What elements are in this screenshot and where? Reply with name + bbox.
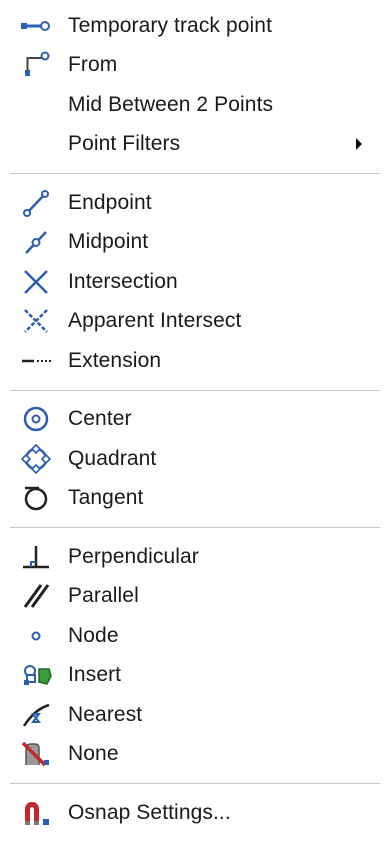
menu-item-label: Mid Between 2 Points: [68, 92, 274, 116]
menu-item-label: Point Filters: [68, 132, 181, 156]
separator: [10, 527, 380, 528]
menu-item-label: Parallel: [68, 584, 139, 608]
menu-item-osnap-settings[interactable]: Osnap Settings...: [0, 793, 390, 833]
separator: [10, 173, 380, 174]
menu-item-label: From: [68, 53, 118, 77]
menu-item-intersection[interactable]: Intersection: [0, 262, 390, 302]
menu-item-nearest[interactable]: Nearest: [0, 695, 390, 735]
perpendicular-icon: [19, 542, 53, 572]
menu-item-none[interactable]: None: [0, 735, 390, 775]
context-menu: Temporary track point From Mid Between 2…: [0, 0, 390, 843]
center-icon: [19, 404, 53, 434]
menu-item-label: Insert: [68, 663, 122, 687]
menu-item-point-filters[interactable]: Point Filters: [0, 125, 390, 165]
quadrant-icon: [19, 443, 53, 474]
menu-item-label: Node: [68, 623, 119, 647]
menu-item-label: Extension: [68, 348, 162, 372]
menu-item-label: None: [68, 742, 119, 766]
node-icon: [19, 621, 53, 651]
menu-item-extension[interactable]: Extension: [0, 341, 390, 381]
nearest-icon: [19, 700, 53, 730]
menu-item-label: Apparent Intersect: [68, 309, 242, 333]
menu-item-label: Quadrant: [68, 446, 157, 470]
menu-item-insert[interactable]: Insert: [0, 656, 390, 696]
extension-icon: [19, 346, 53, 376]
from-icon: [19, 50, 53, 80]
separator: [10, 783, 380, 784]
separator: [10, 389, 380, 391]
endpoint-icon: [19, 188, 53, 218]
menu-item-label: Intersection: [68, 269, 178, 293]
midpoint-icon: [19, 227, 53, 257]
menu-item-parallel[interactable]: Parallel: [0, 577, 390, 617]
apparent-intersect-icon: [19, 306, 53, 336]
menu-item-label: Temporary track point: [68, 13, 273, 37]
parallel-icon: [19, 581, 53, 611]
menu-item-endpoint[interactable]: Endpoint: [0, 183, 390, 223]
menu-item-apparent-intersect[interactable]: Apparent Intersect: [0, 302, 390, 342]
menu-item-label: Osnap Settings...: [68, 800, 231, 824]
osnap-settings-icon: [19, 798, 53, 828]
menu-item-label: Endpoint: [68, 190, 152, 214]
menu-item-temporary-track-point[interactable]: Temporary track point: [0, 6, 390, 46]
menu-item-center[interactable]: Center: [0, 400, 390, 440]
menu-item-perpendicular[interactable]: Perpendicular: [0, 537, 390, 577]
temporary-track-point-icon: [19, 11, 53, 41]
insert-icon: [19, 660, 53, 690]
menu-item-node[interactable]: Node: [0, 616, 390, 656]
menu-item-mid-between-2-points[interactable]: Mid Between 2 Points: [0, 85, 390, 125]
menu-item-label: Center: [68, 407, 132, 431]
menu-item-label: Midpoint: [68, 230, 149, 254]
chevron-right-icon: [356, 138, 362, 151]
menu-item-label: Nearest: [68, 702, 143, 726]
intersection-icon: [19, 267, 53, 297]
menu-item-label: Perpendicular: [68, 544, 199, 568]
menu-item-label: Tangent: [68, 486, 144, 510]
none-icon: [19, 739, 53, 769]
tangent-icon: [19, 483, 53, 513]
menu-item-quadrant[interactable]: Quadrant: [0, 439, 390, 479]
menu-item-midpoint[interactable]: Midpoint: [0, 223, 390, 263]
menu-item-from[interactable]: From: [0, 46, 390, 86]
menu-item-tangent[interactable]: Tangent: [0, 479, 390, 519]
